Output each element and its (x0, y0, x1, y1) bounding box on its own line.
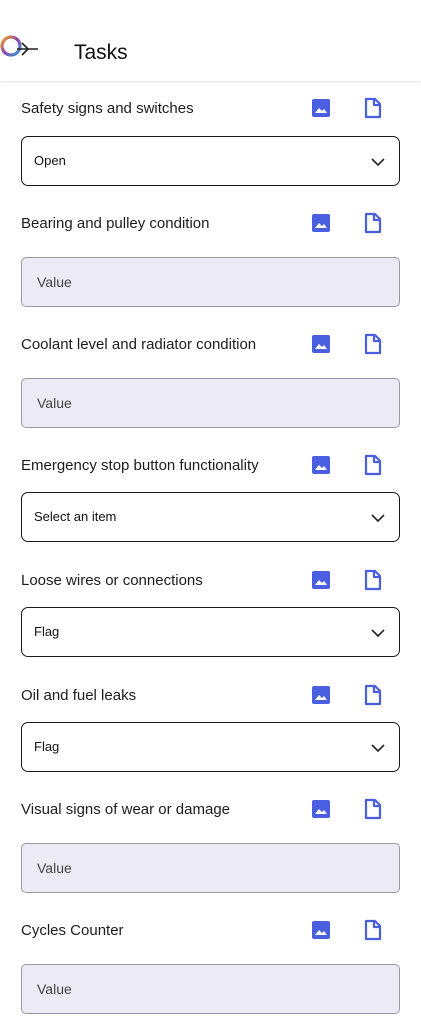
input-placeholder: Value (37, 274, 72, 290)
status-select[interactable]: Flag (21, 607, 400, 657)
attach-document-icon[interactable] (362, 919, 384, 941)
chevron-down-icon (371, 158, 385, 167)
select-value: Select an item (34, 509, 117, 524)
attach-image-icon[interactable] (310, 569, 332, 591)
input-placeholder: Value (37, 395, 72, 411)
app-logo-icon[interactable] (0, 34, 40, 64)
app-header: Tasks (0, 0, 421, 82)
attach-image-icon[interactable] (310, 919, 332, 941)
input-placeholder: Value (37, 981, 72, 997)
value-input[interactable]: Value (21, 378, 400, 428)
attach-image-icon[interactable] (310, 454, 332, 476)
field-label: Emergency stop button functionality (21, 457, 259, 474)
field-label: Oil and fuel leaks (21, 687, 137, 704)
value-input[interactable]: Value (21, 257, 400, 307)
field-label: Coolant level and radiator condition (21, 336, 257, 353)
field-label: Bearing and pulley condition (21, 215, 210, 232)
attach-document-icon[interactable] (362, 569, 384, 591)
attach-image-icon[interactable] (310, 97, 332, 119)
status-select[interactable]: Flag (21, 722, 400, 772)
value-input[interactable]: Value (21, 964, 400, 1014)
chevron-down-icon (371, 629, 385, 638)
attach-image-icon[interactable] (310, 333, 332, 355)
field-label: Cycles Counter (21, 922, 124, 939)
attach-image-icon[interactable] (310, 684, 332, 706)
field-label: Visual signs of wear or damage (21, 801, 231, 818)
attach-document-icon[interactable] (362, 798, 384, 820)
attach-document-icon[interactable] (362, 333, 384, 355)
field-label: Loose wires or connections (21, 572, 203, 589)
attach-document-icon[interactable] (362, 684, 384, 706)
attach-image-icon[interactable] (310, 798, 332, 820)
chevron-down-icon (371, 514, 385, 523)
status-select[interactable]: Open (21, 136, 400, 186)
input-placeholder: Value (37, 860, 72, 876)
value-input[interactable]: Value (21, 843, 400, 893)
page-title: Tasks (74, 41, 128, 64)
attach-document-icon[interactable] (362, 212, 384, 234)
attach-image-icon[interactable] (310, 212, 332, 234)
field-label: Safety signs and switches (21, 100, 194, 117)
select-value: Open (34, 153, 66, 168)
chevron-down-icon (371, 744, 385, 753)
status-select[interactable]: Select an item (21, 492, 400, 542)
attach-document-icon[interactable] (362, 97, 384, 119)
select-value: Flag (34, 624, 60, 639)
select-value: Flag (34, 739, 60, 754)
attach-document-icon[interactable] (362, 454, 384, 476)
